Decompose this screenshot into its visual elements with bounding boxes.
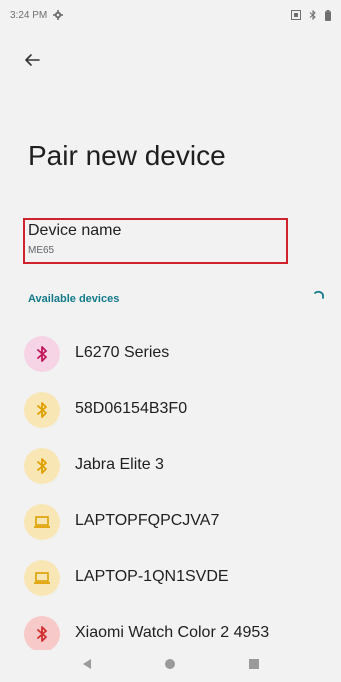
- loading-spinner-icon: [314, 290, 324, 299]
- device-name-value: ME65: [28, 245, 55, 256]
- device-name: Jabra Elite 3: [75, 456, 164, 473]
- arrow-left-icon: [25, 54, 40, 66]
- device-item[interactable]: 58D06154B3F0: [0, 382, 341, 438]
- status-right: [291, 9, 331, 21]
- home-nav-icon[interactable]: [164, 657, 176, 675]
- device-name: Xiaomi Watch Color 2 4953: [75, 624, 270, 641]
- device-icon-badge: [24, 392, 60, 428]
- available-devices-header: Available devices: [28, 293, 120, 305]
- laptop-icon: [34, 572, 50, 584]
- device-name: 58D06154B3F0: [75, 400, 188, 417]
- navigation-bar: [0, 650, 341, 682]
- device-item[interactable]: Jabra Elite 3: [0, 438, 341, 494]
- page-title: Pair new device: [28, 140, 226, 171]
- status-left: 3:24 PM: [10, 9, 64, 21]
- device-icon-badge: [24, 448, 60, 484]
- recents-nav-icon[interactable]: [248, 657, 260, 675]
- laptop-icon: [34, 516, 50, 528]
- status-bar: 3:24 PM: [0, 0, 341, 30]
- back-nav-icon[interactable]: [82, 657, 92, 675]
- bluetooth-icon: [37, 458, 47, 474]
- bluetooth-status-icon: [309, 10, 317, 20]
- device-name: LAPTOPFQPCJVA7: [75, 512, 220, 529]
- device-name: L6270 Series: [75, 344, 170, 361]
- device-icon-badge: [24, 616, 60, 652]
- status-time: 3:24 PM: [10, 9, 48, 21]
- device-name: LAPTOP-1QN1SVDE: [75, 568, 229, 585]
- device-item[interactable]: LAPTOP-1QN1SVDE: [0, 550, 341, 606]
- screen-icon: [291, 10, 301, 20]
- device-item[interactable]: LAPTOPFQPCJVA7: [0, 494, 341, 550]
- device-icon-badge: [24, 560, 60, 596]
- bluetooth-icon: [37, 626, 47, 642]
- battery-icon: [325, 9, 331, 21]
- gear-icon: [53, 10, 64, 20]
- bluetooth-icon: [37, 402, 47, 418]
- bluetooth-icon: [37, 346, 47, 362]
- device-name-label[interactable]: Device name: [28, 222, 121, 240]
- device-icon-badge: [24, 336, 60, 372]
- back-button[interactable]: [18, 46, 46, 74]
- device-icon-badge: [24, 504, 60, 540]
- device-item[interactable]: L6270 Series: [0, 326, 341, 382]
